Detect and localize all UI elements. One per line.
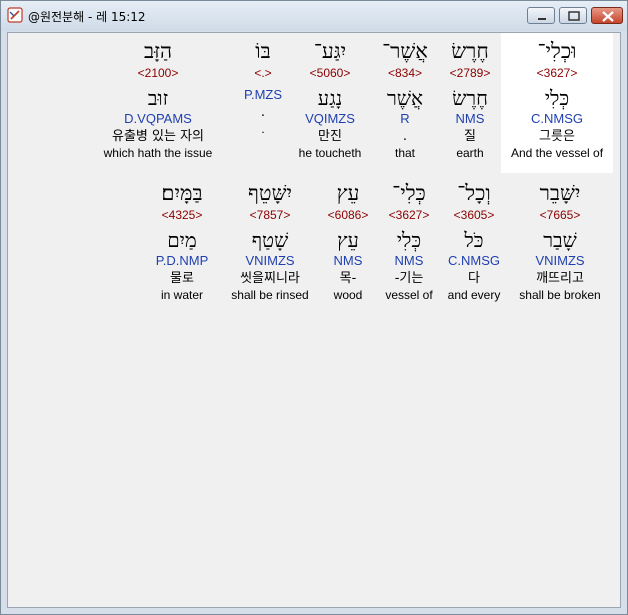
- strong-number: <3605>: [453, 208, 495, 222]
- hebrew-word: כְּלִי־: [392, 181, 426, 205]
- parsing-code: NMS: [455, 111, 485, 126]
- korean-gloss: 씻을찌니라: [240, 271, 300, 286]
- english-gloss: he toucheth: [298, 146, 362, 160]
- parsing-code: C.NMSG: [448, 253, 500, 268]
- minimize-icon: [538, 18, 546, 20]
- strong-number: <2100>: [137, 66, 179, 80]
- word-column[interactable]: וְכָל־ <3605> כֹּל C.NMSG 다 and every: [442, 181, 506, 302]
- hebrew-word: בַּמָּיִם׃: [161, 181, 203, 205]
- korean-gloss: 질: [464, 129, 476, 144]
- close-button[interactable]: [591, 7, 623, 24]
- english-gloss: earth: [456, 146, 484, 160]
- window-title: @원전분해 - 레 15:12: [28, 10, 146, 24]
- word-column[interactable]: חֶרֶשׂ <2789> חֶרֶשׂ NMS 질 earth: [438, 39, 502, 160]
- korean-gloss: 목-: [339, 271, 357, 286]
- root-word: נָגַע: [317, 86, 343, 110]
- hebrew-word: חֶרֶשׂ: [451, 39, 489, 63]
- root-word: מַיִם: [167, 228, 197, 252]
- strong-number: <5060>: [309, 66, 351, 80]
- app-icon: [7, 7, 23, 23]
- korean-gloss: 물로: [170, 271, 194, 286]
- hebrew-word: אֲשֶׁר־: [382, 39, 428, 63]
- root-word: שָׁטַף: [251, 228, 289, 252]
- word-column[interactable]: וּכְלִי־ <3627> כְּלִי C.NMSG 그릇은 And th…: [501, 39, 613, 160]
- parsing-code: C.NMSG: [531, 111, 583, 126]
- word-column[interactable]: כְּלִי־ <3627> כְּלִי NMS -기는 vessel of: [376, 181, 442, 302]
- parsing-code: VQIMZS: [305, 111, 355, 126]
- root-word: עֵץ: [337, 228, 359, 252]
- root-word: זוּב: [147, 86, 169, 110]
- parsing-code: P.D.NMP: [155, 253, 209, 268]
- word-column[interactable]: יִגַּע־ <5060> נָגַע VQIMZS 만진 he touche…: [290, 39, 370, 160]
- strong-number: <.>: [254, 66, 272, 80]
- word-column[interactable]: עֵץ <6086> עֵץ NMS 목- wood: [318, 181, 378, 302]
- strong-number: <3627>: [388, 208, 430, 222]
- title-bar[interactable]: @원전분해 - 레 15:12: [1, 1, 627, 31]
- english-gloss: And the vessel of: [510, 146, 604, 160]
- maximize-button[interactable]: [559, 7, 587, 24]
- parsing-code: NMS: [394, 253, 424, 268]
- root-word: שָׁבַר: [543, 228, 577, 252]
- hebrew-word: עֵץ: [336, 181, 360, 205]
- korean-gloss: 다: [468, 271, 480, 286]
- english-gloss: and every: [447, 288, 501, 302]
- root-word: אֲשֶׁר: [387, 86, 423, 110]
- korean-gloss: 그릇은: [539, 129, 575, 144]
- hebrew-word: יִגַּע־: [313, 39, 347, 63]
- korean-gloss: .: [260, 105, 266, 120]
- korean-gloss: 유출병 있는 자의: [112, 129, 204, 144]
- korean-gloss: 깨뜨리고: [536, 271, 584, 286]
- strong-number: <3627>: [536, 66, 578, 80]
- english-gloss: vessel of: [385, 288, 433, 302]
- parsing-code: R: [400, 111, 410, 126]
- hebrew-word: יִשָּׁטֵף: [248, 181, 292, 205]
- hebrew-word: וּכְלִי־: [537, 39, 577, 63]
- english-gloss: shall be broken: [519, 288, 601, 302]
- english-gloss: wood: [333, 288, 363, 302]
- strong-number: <2789>: [449, 66, 491, 80]
- word-column[interactable]: בּוֹ <.> P.MZS . .: [233, 39, 293, 136]
- korean-gloss: 만진: [318, 129, 342, 144]
- word-column[interactable]: הַזָּב <2100> זוּב D.VQPAMS 유출병 있는 자의 wh…: [100, 39, 216, 160]
- maximize-icon: [568, 11, 580, 21]
- strong-number: <834>: [387, 66, 423, 80]
- strong-number: <7665>: [539, 208, 581, 222]
- hebrew-word: בּוֹ: [255, 39, 271, 63]
- english-gloss: that: [394, 146, 415, 160]
- minimize-button[interactable]: [527, 7, 555, 24]
- analysis-pane: הַזָּב <2100> זוּב D.VQPAMS 유출병 있는 자의 wh…: [7, 32, 621, 608]
- word-column[interactable]: יִשָּׁבֵר <7665> שָׁבַר VNIMZS 깨뜨리고 shal…: [508, 181, 612, 302]
- english-gloss: .: [261, 122, 265, 136]
- root-word: כֹּל: [464, 228, 484, 252]
- hebrew-word: וְכָל־: [457, 181, 491, 205]
- hebrew-word: יִשָּׁבֵר: [539, 181, 581, 205]
- korean-gloss: -기는: [394, 271, 424, 286]
- strong-number: <7857>: [249, 208, 291, 222]
- word-column[interactable]: אֲשֶׁר־ <834> אֲשֶׁר R . that: [370, 39, 440, 160]
- strong-number: <4325>: [161, 208, 203, 222]
- parsing-code: NMS: [333, 253, 363, 268]
- strong-number: <6086>: [327, 208, 369, 222]
- hebrew-word: הַזָּב: [143, 39, 173, 63]
- parsing-code: VNIMZS: [535, 253, 585, 268]
- root-word: חֶרֶשׂ: [452, 86, 488, 110]
- word-column[interactable]: בַּמָּיִם׃ <4325> מַיִם P.D.NMP 물로 in wa…: [146, 181, 218, 302]
- root-word: כְּלִי: [544, 86, 570, 110]
- english-gloss: in water: [160, 288, 204, 302]
- app-window: @원전분해 - 레 15:12 הַזָּב <2100> זוּב D.VQP…: [0, 0, 628, 615]
- english-gloss: which hath the issue: [103, 146, 213, 160]
- parsing-code: P.MZS: [243, 87, 283, 102]
- parsing-code: D.VQPAMS: [124, 111, 192, 126]
- close-icon: [602, 11, 614, 22]
- root-word: כְּלִי: [396, 228, 422, 252]
- word-column[interactable]: יִשָּׁטֵף <7857> שָׁטַף VNIMZS 씻을찌니라 sha…: [220, 181, 320, 302]
- english-gloss: shall be rinsed: [231, 288, 309, 302]
- parsing-code: VNIMZS: [245, 253, 295, 268]
- korean-gloss: .: [402, 129, 408, 144]
